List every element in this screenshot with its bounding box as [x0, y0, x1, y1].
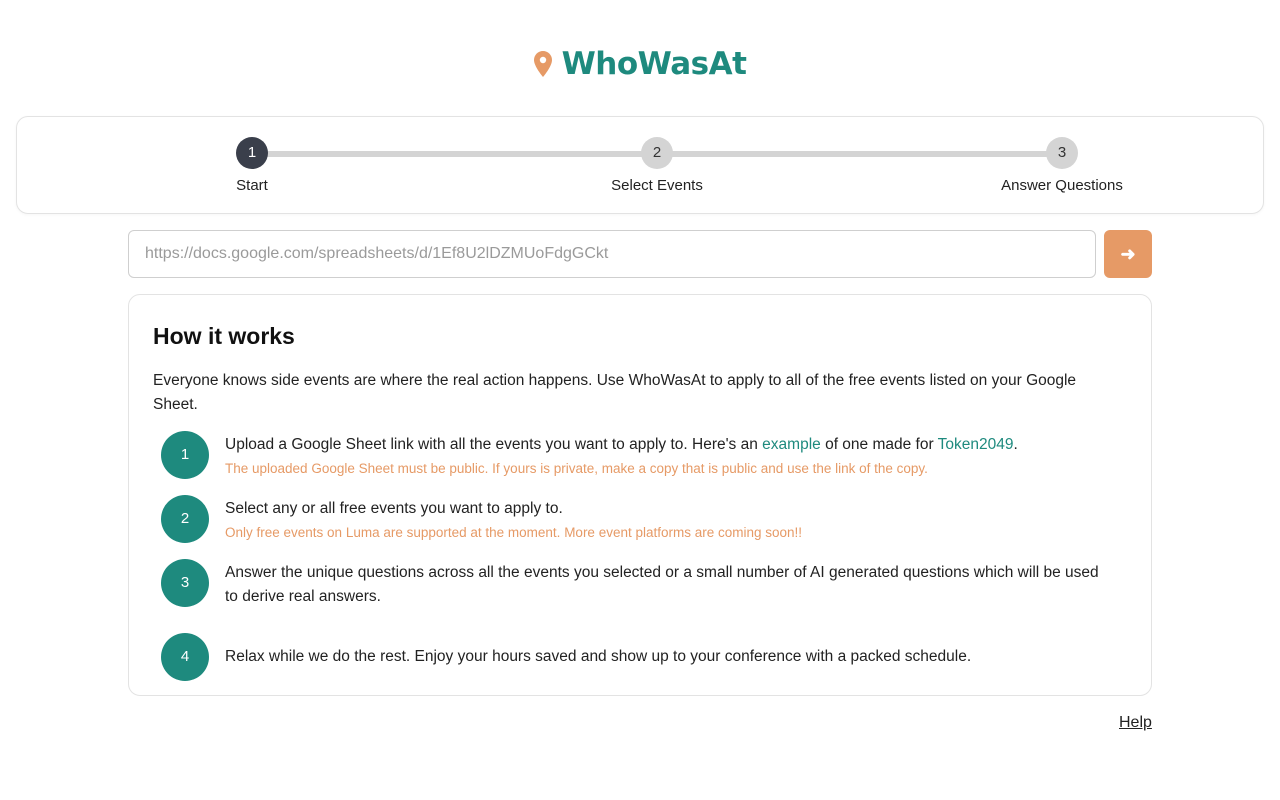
step-number-badge: 3 [161, 559, 209, 607]
stepper-step-number: 1 [236, 137, 268, 169]
step-text-part: . [1013, 436, 1018, 453]
how-it-works-intro: Everyone knows side events are where the… [153, 372, 1077, 413]
stepper-step-select-events: 2 Select Events [577, 137, 737, 194]
stepper-step-label: Answer Questions [1001, 177, 1123, 194]
step-text-part: of one made for [820, 436, 938, 453]
stepper-step-answer-questions: 3 Answer Questions [982, 137, 1142, 194]
how-it-works-step-2: 2 Select any or all free events you want… [153, 495, 1127, 561]
how-it-works-step-1: 1 Upload a Google Sheet link with all th… [153, 431, 1127, 497]
token2049-link[interactable]: Token2049 [938, 436, 1014, 453]
how-it-works-steps: 1 Upload a Google Sheet link with all th… [153, 431, 1127, 689]
brand-name: WhoWasAt [561, 46, 747, 82]
submit-button[interactable]: ➜ [1104, 230, 1152, 278]
sheet-url-input[interactable] [128, 230, 1096, 278]
step-text-part: Upload a Google Sheet link with all the … [225, 436, 763, 453]
stepper-step-number: 2 [641, 137, 673, 169]
step-text: Select any or all free events you want t… [225, 500, 563, 517]
stepper-step-start: 1 Start [172, 137, 332, 194]
map-pin-icon [533, 51, 552, 77]
stepper-step-label: Select Events [611, 177, 703, 194]
step-text: Relax while we do the rest. Enjoy your h… [225, 648, 972, 665]
step-number-badge: 2 [161, 495, 209, 543]
arrow-right-icon: ➜ [1120, 243, 1136, 264]
how-it-works-step-4: 4 Relax while we do the rest. Enjoy your… [153, 625, 1127, 689]
sheet-url-form: ➜ [128, 230, 1152, 278]
step-text: Upload a Google Sheet link with all the … [225, 433, 1105, 457]
stepper-step-label: Start [236, 177, 268, 194]
progress-stepper: 1 Start 2 Select Events 3 Answer Questio… [16, 116, 1264, 214]
brand-header: WhoWasAt [0, 46, 1280, 82]
stepper-step-number: 3 [1046, 137, 1078, 169]
step-note: The uploaded Google Sheet must be public… [225, 461, 928, 476]
step-number-badge: 1 [161, 431, 209, 479]
how-it-works-step-3: 3 Answer the unique questions across all… [153, 559, 1127, 625]
help-link[interactable]: Help [1119, 714, 1152, 732]
how-it-works-card: How it works Everyone knows side events … [128, 294, 1152, 696]
step-number-badge: 4 [161, 633, 209, 681]
step-text: Answer the unique questions across all t… [225, 564, 1099, 605]
example-link[interactable]: example [762, 436, 821, 453]
how-it-works-title: How it works [153, 323, 295, 349]
step-note: Only free events on Luma are supported a… [225, 525, 803, 540]
